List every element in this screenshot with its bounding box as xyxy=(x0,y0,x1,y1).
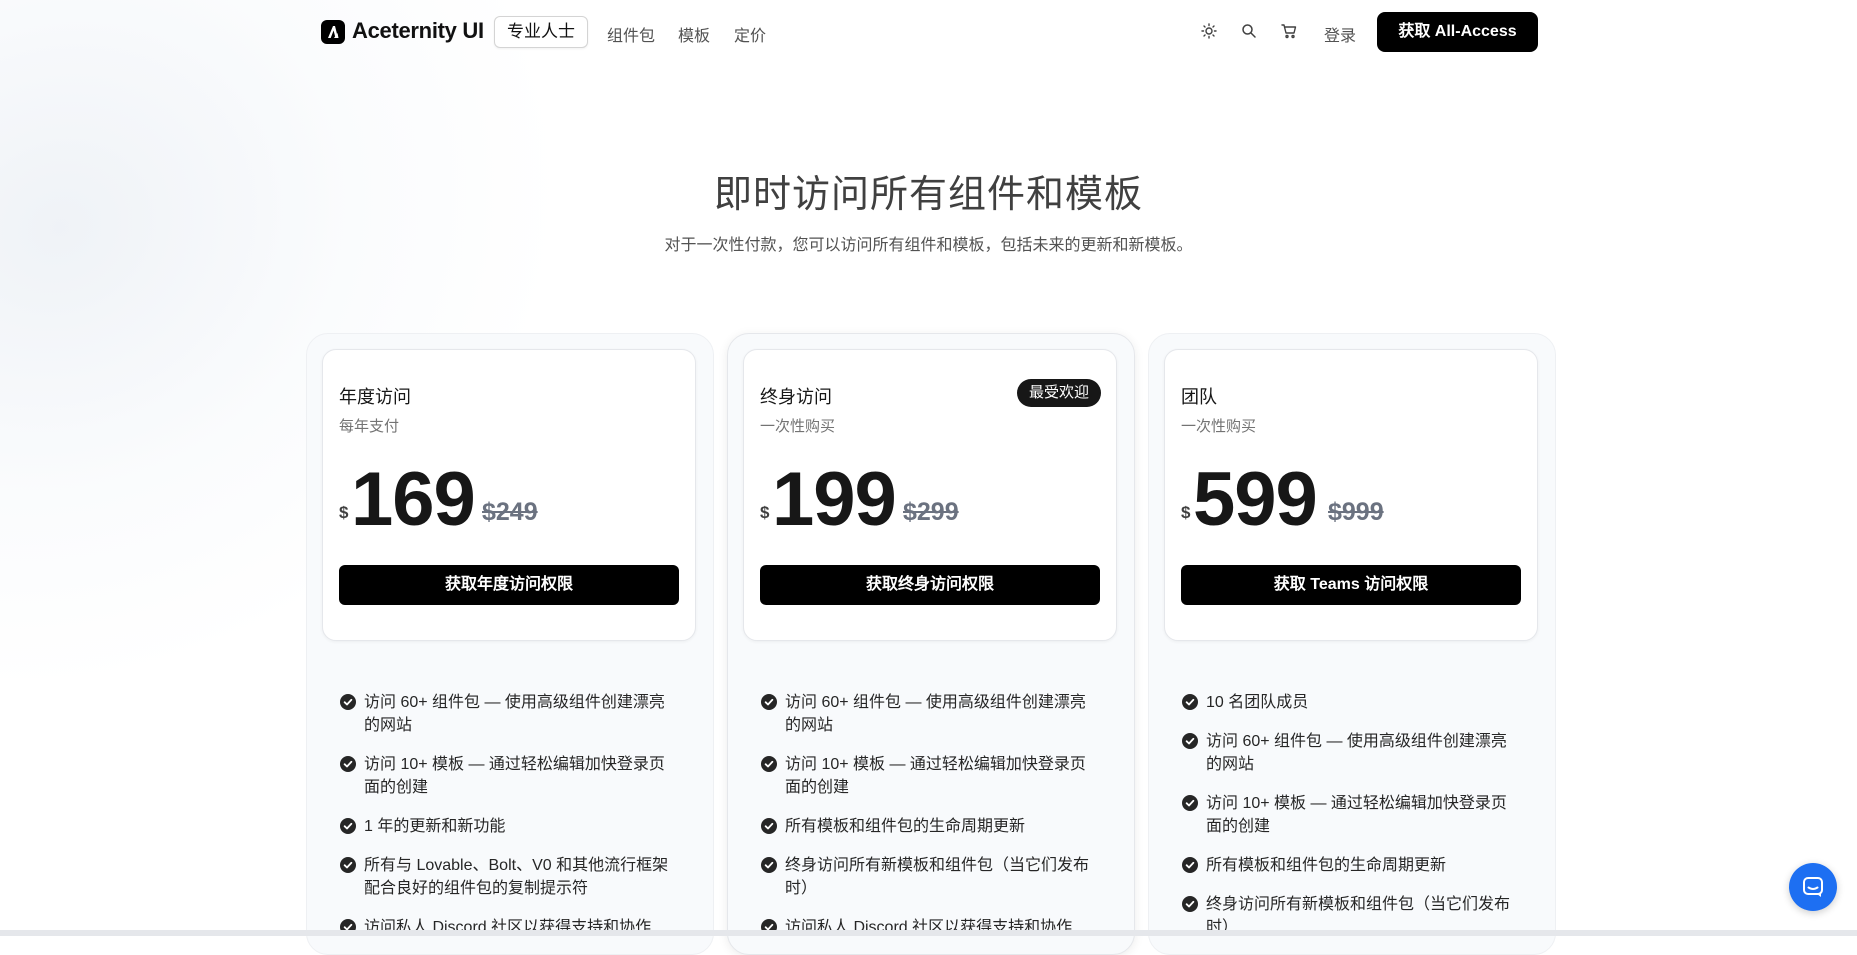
plan-lifetime: 终身访问 最受欢迎 一次性购买 $ 199 $299 获取终身访问权限 访问 6… xyxy=(727,333,1135,955)
price-currency: $ xyxy=(339,503,349,522)
feature-item: 10 名团队成员 xyxy=(1182,691,1522,714)
feature-item: 访问 10+ 模板 — 通过轻松编辑加快登录页面的创建 xyxy=(1182,792,1522,838)
get-all-access-button[interactable]: 获取 All-Access xyxy=(1377,12,1538,52)
search-icon[interactable] xyxy=(1240,22,1258,40)
plan-old-price: $249 xyxy=(482,498,538,526)
check-circle-icon xyxy=(340,818,356,834)
buy-lifetime-button[interactable]: 获取终身访问权限 xyxy=(760,565,1100,605)
login-link[interactable]: 登录 xyxy=(1324,22,1356,46)
feature-item: 访问 10+ 模板 — 通过轻松编辑加快登录页面的创建 xyxy=(761,753,1101,799)
chat-launcher-button[interactable] xyxy=(1789,863,1837,911)
plan-price: 599 xyxy=(1193,457,1318,542)
plan-old-price: $299 xyxy=(903,498,959,526)
feature-item: 访问 10+ 模板 — 通过轻松编辑加快登录页面的创建 xyxy=(340,753,680,799)
check-circle-icon xyxy=(340,857,356,873)
page-title: 即时访问所有组件和模板 xyxy=(713,174,1143,216)
feature-item: 访问 60+ 组件包 — 使用高级组件创建漂亮的网站 xyxy=(340,691,680,737)
plan-note: 一次性购买 xyxy=(760,418,836,435)
plan-name: 年度访问 xyxy=(339,387,411,407)
plan-card: 终身访问 最受欢迎 一次性购买 $ 199 $299 获取终身访问权限 xyxy=(743,349,1117,641)
plan-price: 199 xyxy=(772,457,897,542)
check-circle-icon xyxy=(1182,733,1198,749)
top-navbar: Aceternity UI 专业人士 组件包 模板 定价 登录 获取 All-A… xyxy=(0,0,1857,64)
check-circle-icon xyxy=(340,694,356,710)
plan-name: 终身访问 xyxy=(760,387,832,407)
cart-icon[interactable] xyxy=(1280,22,1298,40)
feature-list: 10 名团队成员 访问 60+ 组件包 — 使用高级组件创建漂亮的网站 访问 1… xyxy=(1182,691,1522,955)
plan-teams: 团队 一次性购买 $ 599 $999 获取 Teams 访问权限 10 名团队… xyxy=(1148,333,1556,955)
chat-icon xyxy=(1803,877,1823,897)
plan-price: 169 xyxy=(351,457,476,542)
check-circle-icon xyxy=(761,818,777,834)
plan-note: 每年支付 xyxy=(339,418,400,435)
check-circle-icon xyxy=(340,756,356,772)
check-circle-icon xyxy=(1182,896,1198,912)
bottom-edge xyxy=(0,930,1857,936)
plan-annual: 年度访问 每年支付 $ 169 $249 获取年度访问权限 访问 60+ 组件包… xyxy=(306,333,714,955)
check-circle-icon xyxy=(1182,795,1198,811)
most-popular-badge: 最受欢迎 xyxy=(1016,379,1101,407)
nav-link-pricing[interactable]: 定价 xyxy=(734,22,766,46)
nav-link-components[interactable]: 组件包 xyxy=(607,22,655,46)
brand-logo-icon[interactable] xyxy=(321,20,345,44)
check-circle-icon xyxy=(1182,857,1198,873)
pro-badge[interactable]: 专业人士 xyxy=(494,16,588,48)
plan-card: 团队 一次性购买 $ 599 $999 获取 Teams 访问权限 xyxy=(1164,349,1538,641)
feature-item: 所有模板和组件包的生命周期更新 xyxy=(1182,854,1522,877)
check-circle-icon xyxy=(761,694,777,710)
price-currency: $ xyxy=(1181,503,1191,522)
feature-list: 访问 60+ 组件包 — 使用高级组件创建漂亮的网站 访问 10+ 模板 — 通… xyxy=(761,691,1101,955)
plan-name: 团队 xyxy=(1181,387,1217,407)
plan-old-price: $999 xyxy=(1328,498,1384,526)
buy-teams-button[interactable]: 获取 Teams 访问权限 xyxy=(1181,565,1521,605)
feature-item: 访问 60+ 组件包 — 使用高级组件创建漂亮的网站 xyxy=(1182,730,1522,776)
price-currency: $ xyxy=(760,503,770,522)
check-circle-icon xyxy=(761,857,777,873)
feature-item: 所有模板和组件包的生命周期更新 xyxy=(761,815,1101,838)
feature-item: 终身访问所有新模板和组件包（当它们发布时） xyxy=(761,854,1101,900)
plan-note: 一次性购买 xyxy=(1181,418,1257,435)
check-circle-icon xyxy=(1182,694,1198,710)
check-circle-icon xyxy=(761,756,777,772)
feature-item: 所有与 Lovable、Bolt、V0 和其他流行框架配合良好的组件包的复制提示… xyxy=(340,854,680,900)
feature-list: 访问 60+ 组件包 — 使用高级组件创建漂亮的网站 访问 10+ 模板 — 通… xyxy=(340,691,680,955)
brand-name[interactable]: Aceternity UI xyxy=(352,18,484,44)
nav-link-templates[interactable]: 模板 xyxy=(678,22,710,46)
buy-annual-button[interactable]: 获取年度访问权限 xyxy=(339,565,679,605)
feature-item: 访问 60+ 组件包 — 使用高级组件创建漂亮的网站 xyxy=(761,691,1101,737)
page-subtitle: 对于一次性付款，您可以访问所有组件和模板，包括未来的更新和新模板。 xyxy=(664,237,1193,254)
feature-item: 1 年的更新和新功能 xyxy=(340,815,680,838)
plan-card: 年度访问 每年支付 $ 169 $249 获取年度访问权限 xyxy=(322,349,696,641)
sun-icon[interactable] xyxy=(1200,22,1218,40)
